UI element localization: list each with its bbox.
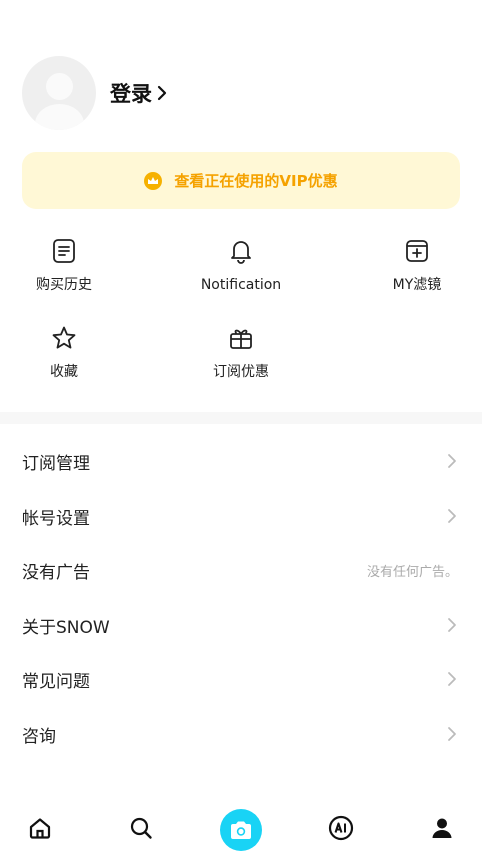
quick-label: MY滤镜 <box>392 277 442 293</box>
quick-label: 购买历史 <box>36 277 92 293</box>
menu-label: 没有广告 <box>22 562 90 583</box>
menu-inquiry[interactable]: 咨询 <box>0 707 482 761</box>
menu-label: 订阅管理 <box>22 453 90 474</box>
menu-no-ads[interactable]: 没有广告 没有任何广告。 <box>0 543 482 597</box>
quick-label: Notification <box>200 277 282 293</box>
tab-search[interactable] <box>123 810 159 846</box>
chevron-right-icon <box>157 85 167 101</box>
tab-home[interactable] <box>22 810 58 846</box>
camera-icon <box>231 821 251 839</box>
camera-button[interactable] <box>220 809 262 851</box>
filter-add-icon <box>406 240 428 262</box>
chevron-right-icon <box>448 509 456 523</box>
quick-label: 订阅优惠 <box>213 364 269 380</box>
menu-subscription-management[interactable]: 订阅管理 <box>0 434 482 488</box>
tab-profile[interactable] <box>424 810 460 846</box>
menu-label: 帐号设置 <box>22 508 90 529</box>
menu-account-settings[interactable]: 帐号设置 <box>0 489 482 543</box>
profile-header[interactable]: 登录 <box>22 56 168 130</box>
crown-icon <box>144 171 163 190</box>
search-icon <box>130 817 152 839</box>
menu-label: 常见问题 <box>22 671 90 692</box>
bell-icon <box>231 241 251 264</box>
no-ads-note: 没有任何广告。 <box>366 564 458 580</box>
receipt-icon <box>53 239 75 263</box>
login-label: 登录 <box>110 82 152 106</box>
login-link[interactable]: 登录 <box>110 78 168 108</box>
vip-banner[interactable]: 查看正在使用的VIP优惠 <box>22 152 460 209</box>
chevron-right-icon <box>448 618 456 632</box>
quick-purchase-history[interactable]: 购买历史 <box>4 238 124 294</box>
menu-faq[interactable]: 常见问题 <box>0 652 482 706</box>
quick-favorites[interactable]: 收藏 <box>4 325 124 381</box>
chevron-right-icon <box>448 727 456 741</box>
quick-subscription-offers[interactable]: 订阅优惠 <box>181 325 301 381</box>
tab-ai[interactable] <box>323 810 359 846</box>
star-icon <box>52 326 76 349</box>
ai-icon <box>328 815 354 841</box>
vip-banner-text: 查看正在使用的VIP优惠 <box>174 172 338 190</box>
menu-label: 咨询 <box>22 726 56 747</box>
chevron-right-icon <box>448 454 456 468</box>
avatar[interactable] <box>22 56 96 130</box>
quick-label: 收藏 <box>50 364 78 380</box>
gift-icon <box>230 329 252 349</box>
menu-about[interactable]: 关于SNOW <box>0 598 482 652</box>
quick-notification[interactable]: Notification <box>181 238 301 293</box>
quick-my-filters[interactable]: MY滤镜 <box>357 238 477 294</box>
menu-label: 关于SNOW <box>22 617 110 638</box>
section-divider <box>0 412 482 424</box>
home-icon <box>29 818 51 839</box>
chevron-right-icon <box>448 672 456 686</box>
profile-icon <box>432 818 452 838</box>
